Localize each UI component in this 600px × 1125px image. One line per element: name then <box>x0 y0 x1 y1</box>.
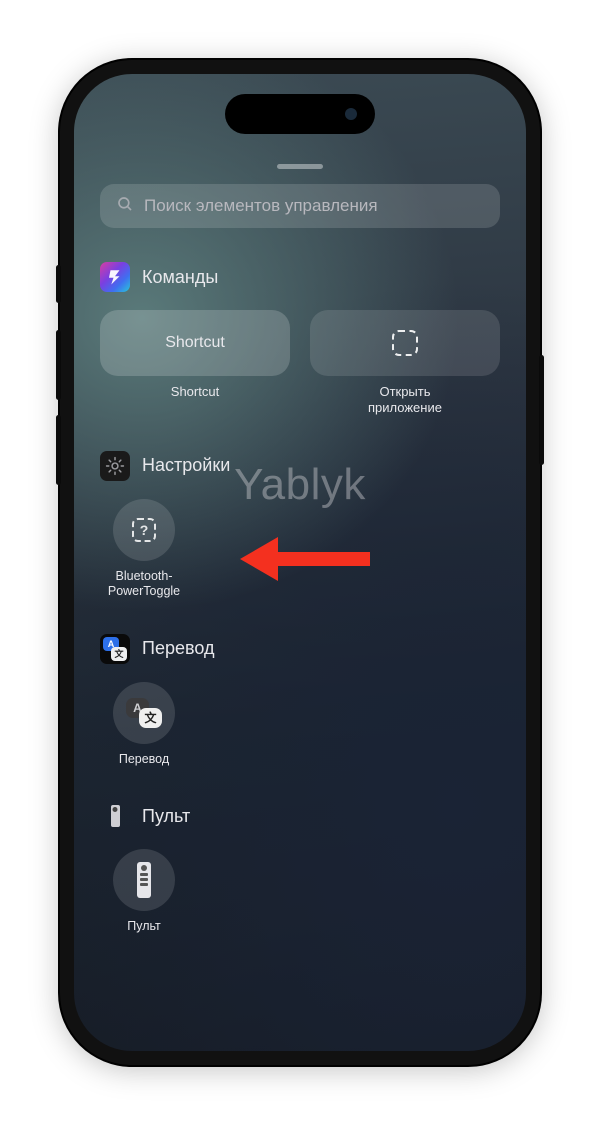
control-label: Перевод <box>119 752 169 768</box>
control-circle: A文 <box>113 682 175 744</box>
phone-screen: Yablyk Поиск элементов управления <box>74 74 526 1051</box>
tile-label: Shortcut <box>171 384 219 400</box>
control-translate[interactable]: A文 Перевод <box>100 682 188 768</box>
remote-app-icon <box>100 801 130 831</box>
section-title: Команды <box>142 267 218 288</box>
sheet-grabber[interactable] <box>277 164 323 169</box>
section-remote: Пульт Пульт <box>100 801 500 935</box>
search-icon <box>116 195 134 218</box>
phone-frame: Yablyk Поиск элементов управления <box>60 60 540 1065</box>
section-title: Пульт <box>142 806 190 827</box>
control-circle: ? <box>113 499 175 561</box>
section-header: Настройки <box>100 451 500 481</box>
section-header: Команды <box>100 262 500 292</box>
control-circle <box>113 849 175 911</box>
remote-icon <box>137 862 151 898</box>
control-remote[interactable]: Пульт <box>100 849 188 935</box>
canvas: Yablyk Поиск элементов управления <box>0 0 600 1125</box>
shortcuts-app-icon <box>100 262 130 292</box>
side-button-volume-up <box>56 330 61 400</box>
tile-label: Открыть приложение <box>368 384 442 417</box>
section-shortcuts: Команды Shortcut Shortcut <box>100 262 500 417</box>
side-button-power <box>539 355 544 465</box>
tile-text: Shortcut <box>165 334 225 352</box>
section-header: Пульт <box>100 801 500 831</box>
search-input[interactable]: Поиск элементов управления <box>100 184 500 228</box>
control-tile-open-app[interactable]: Открыть приложение <box>310 310 500 417</box>
dashed-square-icon <box>392 330 418 356</box>
translate-icon: A文 <box>126 698 162 728</box>
side-button-silent <box>56 265 61 303</box>
tile-box <box>310 310 500 376</box>
section-header: A文 Перевод <box>100 634 500 664</box>
tile-box: Shortcut <box>100 310 290 376</box>
search-placeholder: Поиск элементов управления <box>144 196 378 216</box>
translate-app-icon: A文 <box>100 634 130 664</box>
sheet-content: Поиск элементов управления Команды Short… <box>74 184 526 1051</box>
section-title: Настройки <box>142 455 230 476</box>
section-translate: A文 Перевод A文 Перевод <box>100 634 500 768</box>
dynamic-island <box>225 94 375 134</box>
control-label: Bluetooth- PowerToggle <box>108 569 180 600</box>
control-bluetooth-power-toggle[interactable]: ? Bluetooth- PowerToggle <box>100 499 188 600</box>
settings-app-icon <box>100 451 130 481</box>
section-title: Перевод <box>142 638 214 659</box>
side-button-volume-down <box>56 415 61 485</box>
question-box-icon: ? <box>132 518 156 542</box>
section-settings: Настройки ? Bluetooth- PowerToggle <box>100 451 500 600</box>
control-tile-shortcut[interactable]: Shortcut Shortcut <box>100 310 290 417</box>
control-label: Пульт <box>127 919 161 935</box>
